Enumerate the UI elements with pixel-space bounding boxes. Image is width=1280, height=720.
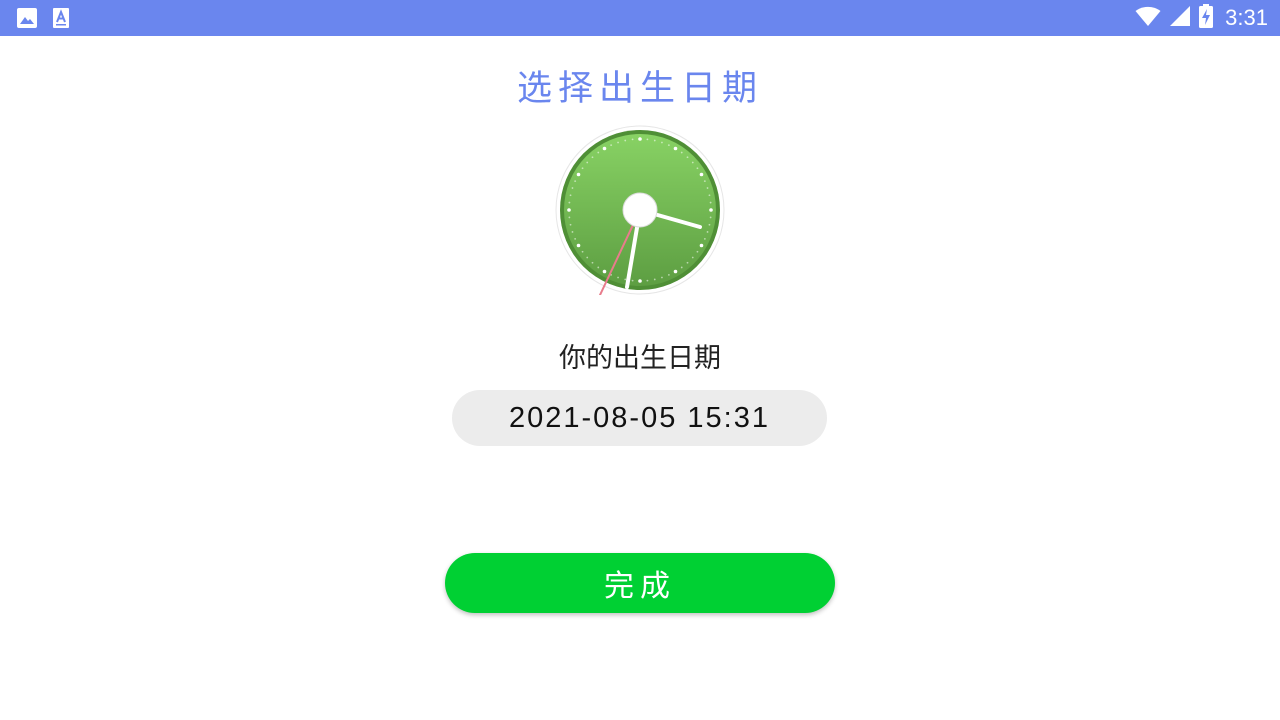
notification-icons <box>16 7 70 33</box>
text-icon <box>52 7 70 33</box>
clock-icon <box>555 125 725 296</box>
image-icon <box>16 7 38 33</box>
status-time: 3:31 <box>1225 5 1268 30</box>
birth-date-label: 你的出生日期 <box>559 343 721 374</box>
system-status: 3:31 <box>1135 4 1268 32</box>
page-title: 选择出生日期 <box>516 69 763 109</box>
done-button[interactable]: 完成 <box>445 553 835 613</box>
battery-icon <box>1199 4 1214 32</box>
wifi-icon <box>1135 5 1161 31</box>
birth-datetime-field[interactable]: 2021-08-05 15:31 <box>452 390 827 446</box>
signal-icon <box>1169 5 1191 31</box>
status-bar: 3:31 <box>0 0 1280 36</box>
